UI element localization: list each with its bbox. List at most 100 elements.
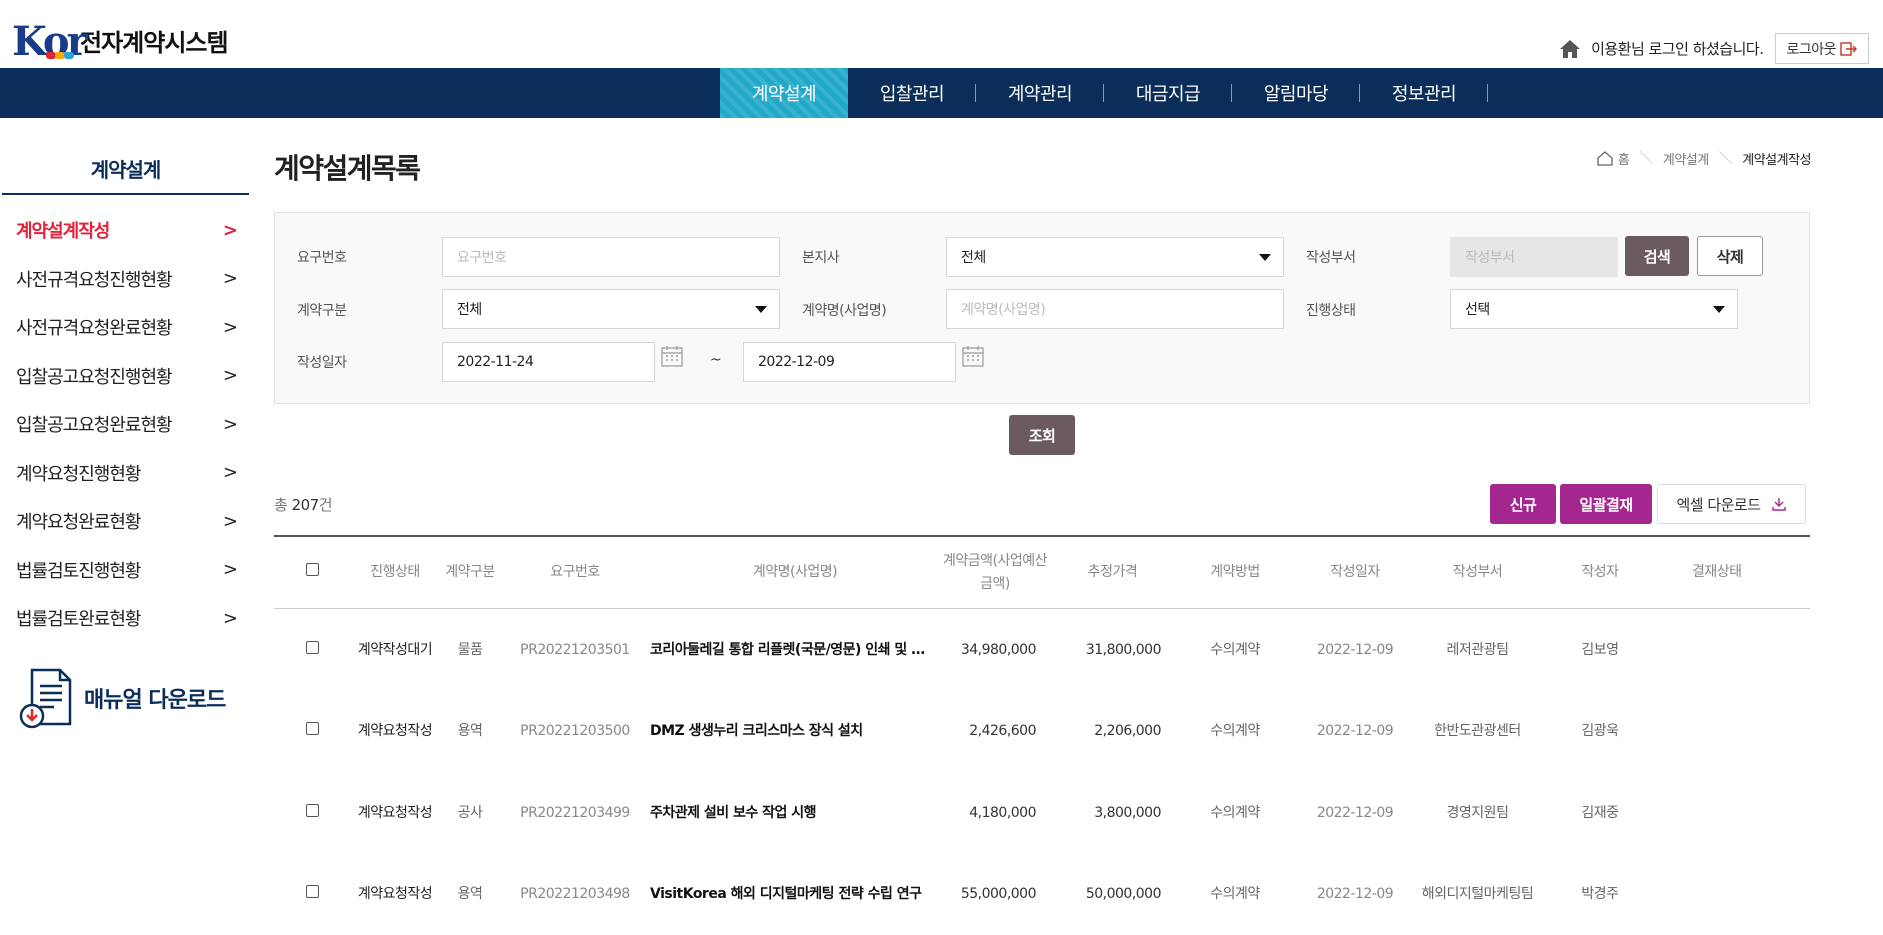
col-estimate[interactable]: 추정가격 <box>1050 561 1175 583</box>
row-status: 계약요청작성 <box>350 802 440 824</box>
calendar-icon[interactable] <box>661 345 683 367</box>
col-id[interactable]: 요구번호 <box>500 561 650 583</box>
user-area: 이용환님 로그인 하셨습니다. 로그아웃 <box>1559 33 1869 64</box>
chevron-down-icon <box>1713 306 1725 313</box>
col-status[interactable]: 진행상태 <box>350 561 440 583</box>
col-dept[interactable]: 작성부서 <box>1415 561 1540 583</box>
sidebar-item-label: 법률검토완료현황 <box>16 605 140 631</box>
sidebar-item-legal-review-progress[interactable]: 법률검토진행현황> <box>2 546 249 595</box>
row-estimate: 3,800,000 <box>1050 802 1175 824</box>
col-date[interactable]: 작성일자 <box>1295 561 1415 583</box>
col-approval[interactable]: 결재상태 <box>1660 561 1810 583</box>
chevron-right-icon: > <box>223 317 237 338</box>
manual-download-link[interactable]: 매뉴얼 다운로드 <box>18 666 225 730</box>
dept-delete-button[interactable]: 삭제 <box>1697 236 1763 276</box>
calendar-icon[interactable] <box>962 345 984 367</box>
status-select[interactable]: 선택 <box>1450 289 1738 329</box>
row-status: 계약요청작성 <box>350 720 440 742</box>
date-range-separator: ~ <box>710 352 721 368</box>
dept-input[interactable]: 작성부서 <box>1450 237 1618 277</box>
breadcrumb-home[interactable]: 홈 <box>1618 149 1629 168</box>
chevron-right-icon: > <box>223 462 237 483</box>
date-from-input[interactable]: 2022-11-24 <box>442 342 655 382</box>
excel-download-button[interactable]: 엑셀 다운로드 <box>1657 484 1806 524</box>
row-type: 물품 <box>440 639 500 661</box>
dept-label: 작성부서 <box>1306 247 1356 267</box>
chevron-right-icon: > <box>223 511 237 532</box>
total-count-value: 207 <box>292 496 319 514</box>
header: Kor 전자계약시스템 이용환님 로그인 하셨습니다. 로그아웃 <box>0 0 1883 68</box>
batch-approval-button[interactable]: 일괄결재 <box>1560 484 1652 524</box>
total-count: 총 207건 <box>274 494 332 515</box>
sidebar-item-bid-notice-progress[interactable]: 입찰공고요청진행현황 > <box>2 352 249 401</box>
logout-button[interactable]: 로그아웃 <box>1775 33 1869 64</box>
name-input[interactable]: 계약명(사업명) <box>946 289 1284 329</box>
chevron-right-icon: > <box>223 365 237 386</box>
sidebar-item-bid-notice-complete[interactable]: 입찰공고요청완료현황> <box>2 400 249 449</box>
document-download-icon <box>18 666 74 730</box>
gnb-item-info-management[interactable]: 정보관리 <box>1360 68 1488 118</box>
gnb-item-bid-management[interactable]: 입찰관리 <box>848 68 976 118</box>
row-method: 수의계약 <box>1175 802 1295 824</box>
home-outline-icon <box>1597 151 1613 166</box>
logo-mark: Kor <box>12 18 74 62</box>
row-id[interactable]: PR20221203499 <box>500 802 650 824</box>
page-title: 계약설계목록 <box>274 147 420 187</box>
sidebar-item-contract-request-progress[interactable]: 계약요청진행현황> <box>2 449 249 498</box>
date-label: 작성일자 <box>297 352 347 372</box>
row-checkbox[interactable] <box>306 722 319 735</box>
logo[interactable]: Kor 전자계약시스템 <box>12 18 228 62</box>
row-name[interactable]: 코리아둘레길 통합 리플렛(국문/영문) 인쇄 및 배포 <box>650 639 940 661</box>
table-row[interactable]: 계약요청작성 용역 PR20221203498 VisitKorea 해외 디지… <box>274 854 1810 935</box>
row-checkbox[interactable] <box>306 641 319 654</box>
chevron-right-icon: > <box>223 414 237 435</box>
table-row[interactable]: 계약요청작성 용역 PR20221203500 DMZ 생생누리 크리스마스 장… <box>274 691 1810 773</box>
row-checkbox[interactable] <box>306 804 319 817</box>
breadcrumb-contract-design[interactable]: 계약설계 <box>1663 149 1709 168</box>
table-row[interactable]: 계약작성대기 물품 PR20221203501 코리아둘레길 통합 리플렛(국문… <box>274 609 1810 691</box>
total-suffix: 건 <box>319 496 332 514</box>
row-checkbox-cell <box>274 802 350 824</box>
dept-search-button[interactable]: 검색 <box>1625 236 1689 276</box>
row-name[interactable]: VisitKorea 해외 디지털마케팅 전략 수립 연구 <box>650 883 940 905</box>
col-author[interactable]: 작성자 <box>1540 561 1660 583</box>
gnb-item-contract-management[interactable]: 계약관리 <box>976 68 1104 118</box>
row-amount: 55,000,000 <box>940 883 1050 905</box>
req-no-input[interactable]: 요구번호 <box>442 237 780 277</box>
sidebar-item-legal-review-complete[interactable]: 법률검토완료현황> <box>2 594 249 643</box>
branch-select-value: 전체 <box>961 247 986 267</box>
gnb-item-notice[interactable]: 알림마당 <box>1232 68 1360 118</box>
row-date: 2022-12-09 <box>1295 639 1415 661</box>
sidebar-item-prespec-progress[interactable]: 사전규격요청진행현황> <box>2 255 249 304</box>
branch-select[interactable]: 전체 <box>946 237 1284 277</box>
sidebar-item-label: 입찰공고요청진행현황 <box>16 363 172 389</box>
row-id[interactable]: PR20221203500 <box>500 720 650 742</box>
sidebar-item-contract-request-complete[interactable]: 계약요청완료현황> <box>2 497 249 546</box>
gnb-item-payment[interactable]: 대금지급 <box>1104 68 1232 118</box>
table-row[interactable]: 계약요청작성 공사 PR20221203499 주차관제 설비 보수 작업 시행… <box>274 772 1810 854</box>
col-name[interactable]: 계약명(사업명) <box>650 561 940 583</box>
new-button[interactable]: 신규 <box>1490 484 1556 524</box>
col-type[interactable]: 계약구분 <box>440 561 500 583</box>
row-amount: 34,980,000 <box>940 639 1050 661</box>
status-label: 진행상태 <box>1306 300 1356 320</box>
row-name[interactable]: DMZ 생생누리 크리스마스 장식 설치 <box>650 720 940 742</box>
row-dept: 해외디지털마케팅팀 <box>1415 883 1540 905</box>
breadcrumb-current: 계약설계작성 <box>1742 149 1811 168</box>
row-checkbox[interactable] <box>306 885 319 898</box>
gnb-item-contract-design[interactable]: 계약설계 <box>720 68 848 118</box>
home-icon[interactable] <box>1559 39 1581 59</box>
col-amount[interactable]: 계약금액(사업예산금액) <box>940 550 1050 595</box>
type-select[interactable]: 전체 <box>442 289 780 329</box>
row-id[interactable]: PR20221203501 <box>500 639 650 661</box>
row-id[interactable]: PR20221203498 <box>500 883 650 905</box>
date-to-input[interactable]: 2022-12-09 <box>743 342 956 382</box>
sidebar-item-prespec-complete[interactable]: 사전규격요청완료현황 > <box>2 303 249 352</box>
sidebar-item-label: 사전규격요청완료현황 <box>16 314 172 340</box>
select-all-checkbox[interactable] <box>306 563 319 576</box>
sidebar-item-contract-design-write[interactable]: 계약설계작성> <box>2 206 249 255</box>
logo-text: 전자계약시스템 <box>80 23 228 58</box>
col-method[interactable]: 계약방법 <box>1175 561 1295 583</box>
query-button[interactable]: 조회 <box>1009 415 1075 455</box>
row-name[interactable]: 주차관제 설비 보수 작업 시행 <box>650 802 940 824</box>
